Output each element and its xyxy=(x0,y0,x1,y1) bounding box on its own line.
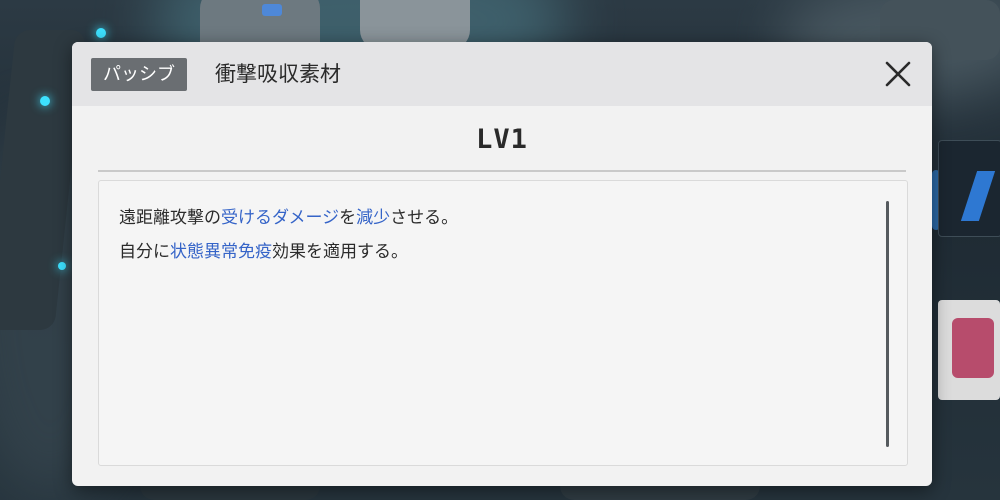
background-light xyxy=(40,96,50,106)
skill-detail-dialog: パッシブ 衝撃吸収素材 LV1 遠距離攻撃の受けるダメージを減少させる。 自分に状… xyxy=(72,42,932,486)
skill-type-badge: パッシブ xyxy=(91,58,187,91)
description-text: を xyxy=(339,208,357,228)
description-text: させる。 xyxy=(390,208,459,228)
skill-name: 衝撃吸収素材 xyxy=(215,62,341,86)
background-card xyxy=(938,140,1000,237)
description-text: 遠距離攻撃の xyxy=(119,208,221,228)
keyword-highlight: 受けるダメージ xyxy=(221,208,340,228)
description-line: 遠距離攻撃の受けるダメージを減少させる。 xyxy=(119,201,867,235)
scrollbar[interactable] xyxy=(886,201,889,447)
background-card xyxy=(938,300,1000,400)
dialog-titlebar: パッシブ 衝撃吸収素材 xyxy=(72,42,932,106)
background-light xyxy=(262,4,282,16)
background-light xyxy=(58,262,66,270)
close-button[interactable] xyxy=(880,56,916,92)
description-line: 自分に状態異常免疫効果を適用する。 xyxy=(119,235,867,269)
skill-level: LV1 xyxy=(476,124,528,155)
background-light xyxy=(96,28,106,38)
description-text: 効果を適用する。 xyxy=(272,242,408,262)
close-icon xyxy=(885,61,911,87)
divider xyxy=(98,170,906,172)
skill-description-panel: 遠距離攻撃の受けるダメージを減少させる。 自分に状態異常免疫効果を適用する。 xyxy=(98,180,908,466)
background-card-art xyxy=(960,171,996,221)
keyword-highlight: 減少 xyxy=(356,208,391,228)
keyword-highlight: 状態異常免疫 xyxy=(170,242,272,262)
background-card-art xyxy=(952,318,994,378)
description-text: 自分に xyxy=(119,242,170,262)
skill-description: 遠距離攻撃の受けるダメージを減少させる。 自分に状態異常免疫効果を適用する。 xyxy=(119,201,867,269)
